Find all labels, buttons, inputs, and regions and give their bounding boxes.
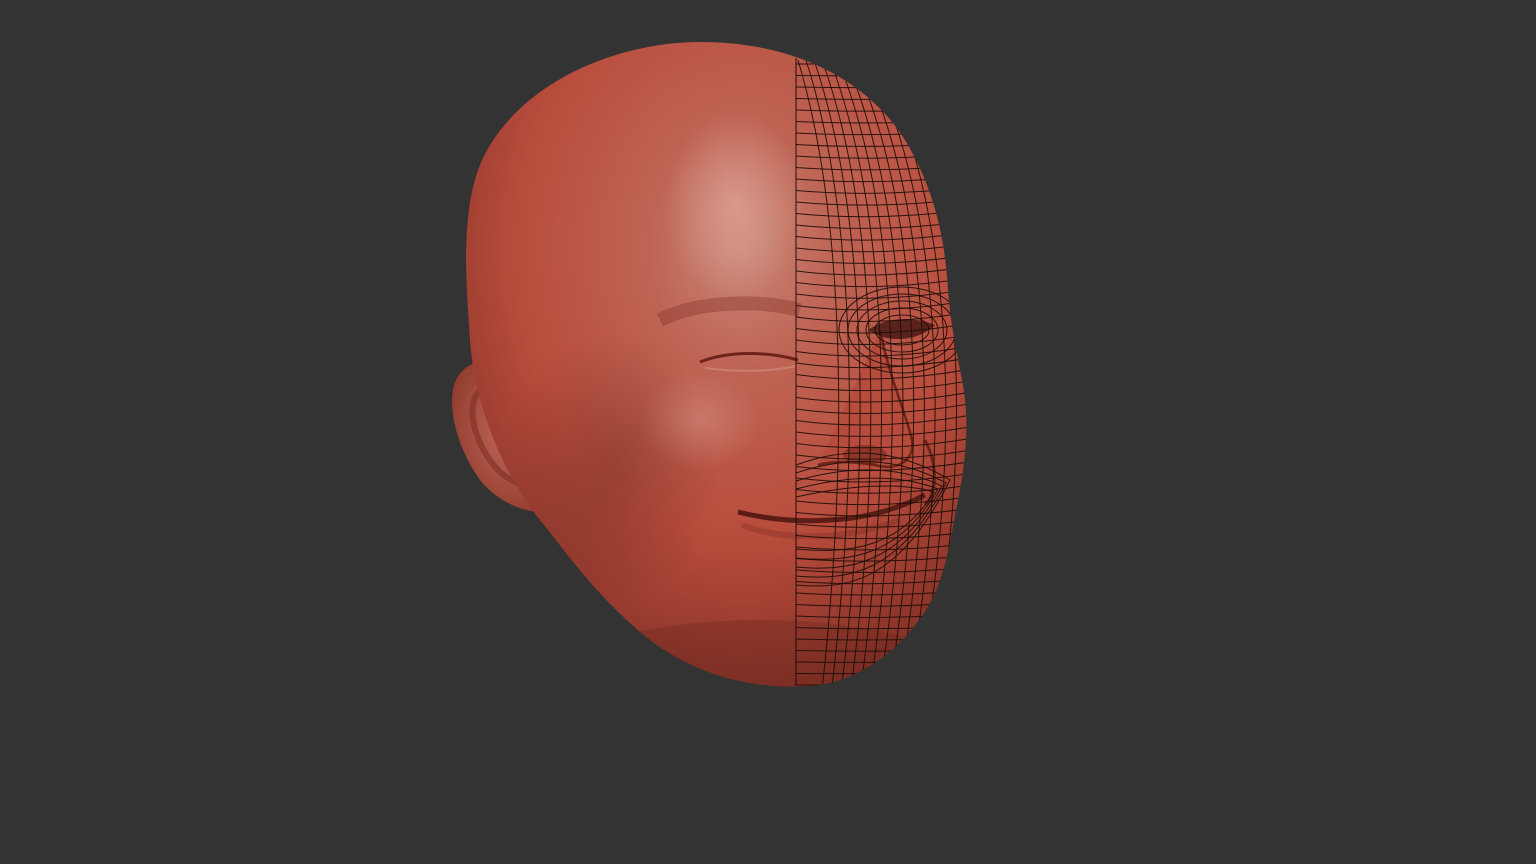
wire-edge-loop xyxy=(957,59,967,687)
head-model-render[interactable] xyxy=(0,0,1536,864)
3d-viewport[interactable] xyxy=(0,0,1536,864)
wire-edge-loop xyxy=(949,59,967,687)
wire-edge-loop xyxy=(965,59,967,687)
wire-edge-ring xyxy=(796,696,980,697)
